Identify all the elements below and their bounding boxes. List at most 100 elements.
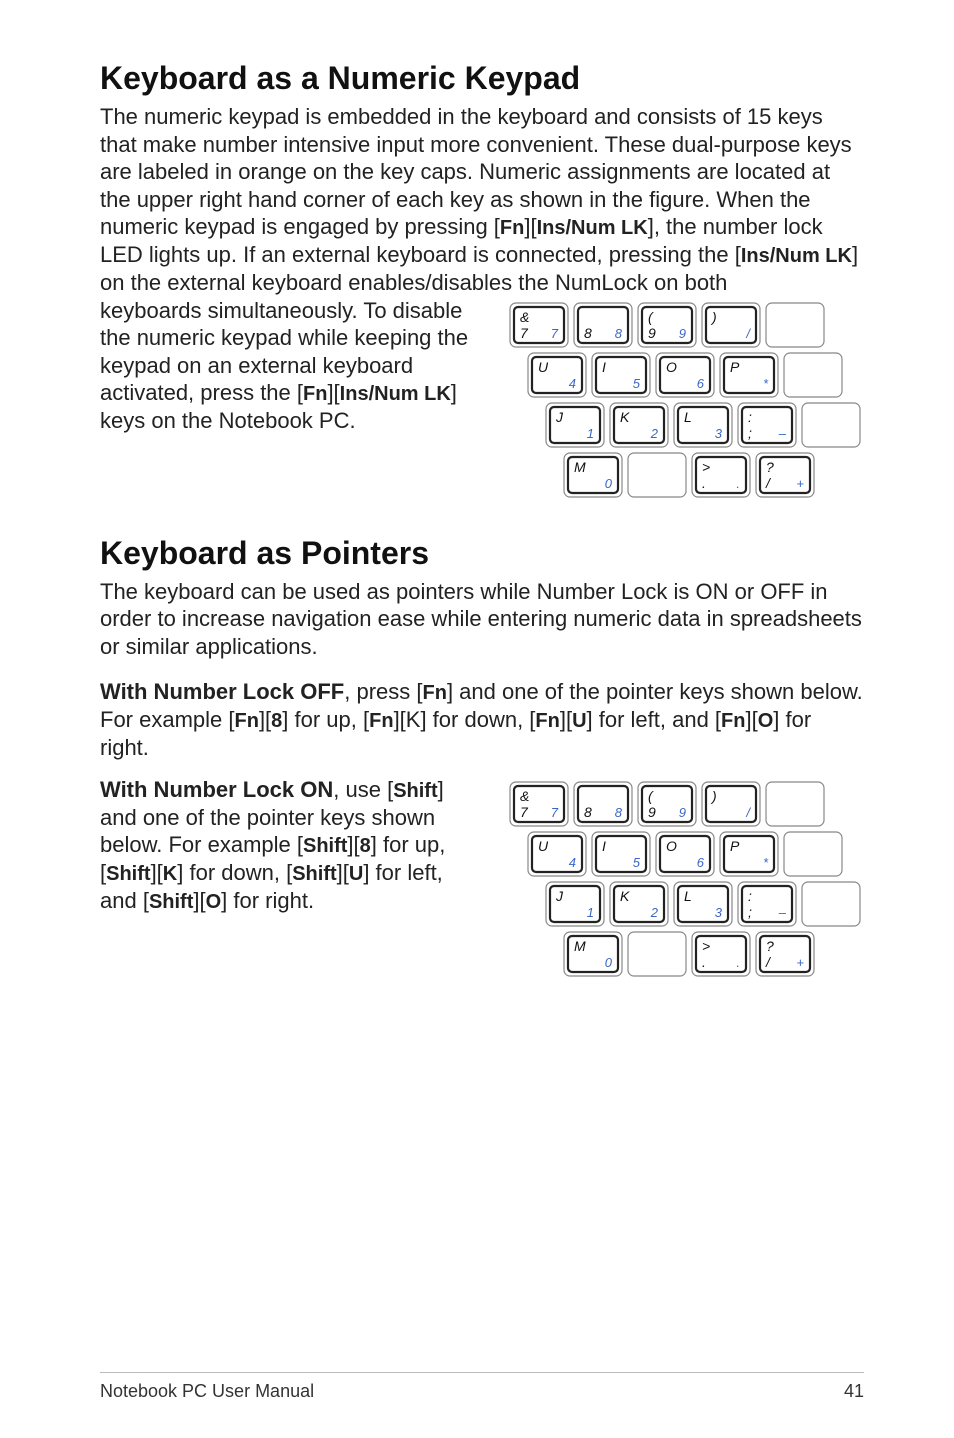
s2h: ] for left, and [	[587, 707, 722, 732]
section1-para-left: keyboards simultaneously. To disable the…	[100, 297, 484, 435]
svg-text:–: –	[778, 426, 787, 441]
svg-text:1: 1	[587, 905, 594, 920]
svg-text:I: I	[602, 838, 606, 854]
svg-text:O: O	[666, 838, 677, 854]
svg-text:1: 1	[587, 426, 594, 441]
s3d: ][	[347, 832, 359, 857]
svg-text:?: ?	[766, 459, 774, 475]
page-number: 41	[844, 1381, 864, 1402]
svg-text:9: 9	[679, 326, 686, 341]
svg-text:8: 8	[584, 325, 592, 341]
svg-text:U: U	[538, 838, 549, 854]
svg-text:5: 5	[633, 376, 641, 391]
section1-para-full: The numeric keypad is embedded in the ke…	[100, 103, 864, 297]
svg-text:;: ;	[748, 425, 752, 441]
section1-wrap: keyboards simultaneously. To disable the…	[100, 297, 864, 507]
key-o: O	[758, 710, 774, 732]
svg-text:>: >	[702, 938, 710, 954]
svg-text:L: L	[684, 888, 692, 904]
svg-text:I: I	[602, 359, 606, 375]
svg-text:8: 8	[584, 804, 592, 820]
svg-text:.: .	[702, 475, 706, 491]
numlock-on-label: With Number Lock ON	[100, 777, 333, 802]
svg-text:7: 7	[520, 325, 529, 341]
numlock-off-label: With Number Lock OFF	[100, 679, 344, 704]
s2e: ] for up, [	[282, 707, 369, 732]
svg-text:J: J	[555, 888, 564, 904]
section2-wrap: With Number Lock ON, use [Shift] and one…	[100, 776, 864, 986]
svg-text:2: 2	[650, 905, 659, 920]
svg-text:;: ;	[748, 904, 752, 920]
section2-para3: With Number Lock ON, use [Shift] and one…	[100, 776, 484, 916]
page-footer: Notebook PC User Manual 41	[100, 1372, 864, 1402]
t1b: ][	[524, 214, 536, 239]
key-u: U	[572, 710, 586, 732]
section2-title: Keyboard as Pointers	[100, 535, 864, 572]
svg-text:M: M	[574, 938, 586, 954]
s2g: ][	[560, 707, 572, 732]
svg-text:L: L	[684, 409, 692, 425]
svg-text:M: M	[574, 459, 586, 475]
key-insnum-2: Ins/Num LK	[741, 245, 852, 267]
svg-text::: :	[748, 888, 752, 904]
svg-text:P: P	[730, 838, 740, 854]
svg-text:O: O	[666, 359, 677, 375]
section2-para2: With Number Lock OFF, press [Fn] and one…	[100, 678, 864, 762]
svg-text:5: 5	[633, 855, 641, 870]
key-fn-7: Fn	[721, 710, 745, 732]
key-insnum-3: Ins/Num LK	[340, 383, 451, 405]
svg-text:8: 8	[615, 326, 623, 341]
svg-text:4: 4	[569, 376, 576, 391]
svg-text:9: 9	[648, 325, 656, 341]
svg-text:3: 3	[715, 426, 723, 441]
svg-text:0: 0	[605, 476, 613, 491]
key-ub: U	[349, 863, 363, 885]
s2d: ][	[259, 707, 271, 732]
svg-text:7: 7	[520, 804, 529, 820]
svg-text:J: J	[555, 409, 564, 425]
svg-text:P: P	[730, 359, 740, 375]
svg-text:2: 2	[650, 426, 659, 441]
key-fn-4: Fn	[235, 710, 259, 732]
key-fn-6: Fn	[535, 710, 559, 732]
s3b: , use [	[333, 777, 393, 802]
svg-text:+: +	[796, 476, 804, 491]
s3j: ][	[193, 888, 205, 913]
section2-para1: The keyboard can be used as pointers whi…	[100, 578, 864, 661]
key-insnum-1: Ins/Num LK	[537, 217, 648, 239]
key-fn-2: Fn	[303, 383, 327, 405]
key-8: 8	[271, 710, 282, 732]
section1-title: Keyboard as a Numeric Keypad	[100, 60, 864, 97]
svg-text:9: 9	[648, 804, 656, 820]
svg-text::: :	[748, 409, 752, 425]
svg-text:K: K	[620, 409, 630, 425]
key-shift-3: Shift	[106, 863, 150, 885]
svg-text:.: .	[736, 476, 740, 491]
svg-text:>: >	[702, 459, 710, 475]
s3h: ][	[337, 860, 349, 885]
svg-text:8: 8	[615, 805, 623, 820]
key-k: K	[163, 863, 177, 885]
svg-text:9: 9	[679, 805, 686, 820]
svg-text:3: 3	[715, 905, 723, 920]
key-fn-5: Fn	[369, 710, 393, 732]
s3f: ][	[151, 860, 163, 885]
svg-text:7: 7	[551, 326, 559, 341]
svg-text:.: .	[702, 954, 706, 970]
t1eb: ][	[327, 380, 339, 405]
key-shift-4: Shift	[292, 863, 336, 885]
keyboard-diagram-2: &7788(99)/U4I5O6P*J1K2L3:;–M0>..?/+	[504, 776, 864, 986]
s2b: , press [	[344, 679, 422, 704]
svg-text:.: .	[736, 955, 740, 970]
svg-text:K: K	[620, 888, 630, 904]
svg-text:&: &	[520, 309, 529, 325]
footer-title: Notebook PC User Manual	[100, 1381, 314, 1402]
key-shift-5: Shift	[149, 891, 193, 913]
svg-text:6: 6	[697, 855, 705, 870]
svg-text:U: U	[538, 359, 549, 375]
svg-text:0: 0	[605, 955, 613, 970]
key-fn-3: Fn	[423, 682, 447, 704]
svg-text:4: 4	[569, 855, 576, 870]
key-8b: 8	[360, 835, 371, 857]
s3g: ] for down, [	[177, 860, 292, 885]
